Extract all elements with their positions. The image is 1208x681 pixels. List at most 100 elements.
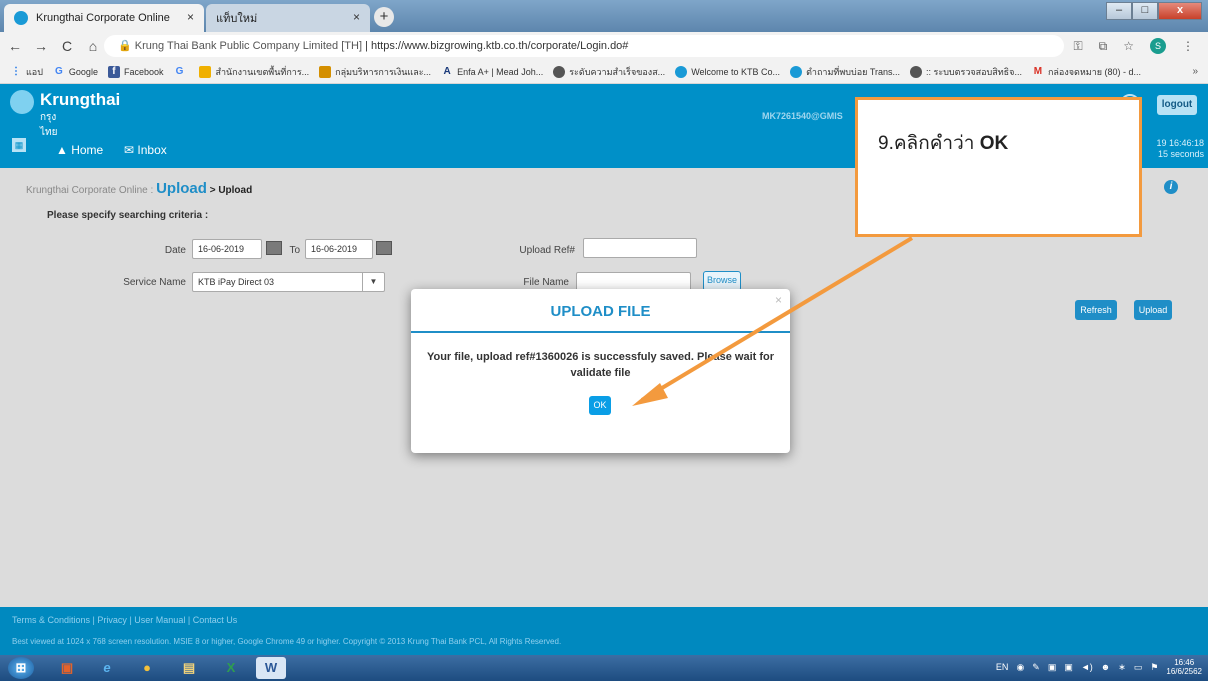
windows-taskbar: ⊞ ▣ e ● ▤ X W EN ◉ ✎ ▣ ▣ ◄) ☻ ∗ ▭ ⚑ 16:4… [0, 655, 1208, 681]
bookmark-item[interactable]: M กล่องจดหมาย (80) - d... [1032, 65, 1141, 79]
upload-ref-input[interactable] [583, 238, 697, 258]
taskbar-clock[interactable]: 16:46 16/6/2562 [1166, 658, 1202, 676]
bookmark-item[interactable]: Welcome to KTB Co... [675, 65, 780, 78]
tab-new[interactable]: แท็บใหม่ × [206, 4, 370, 32]
bookmarks-more-icon[interactable]: » [1192, 66, 1198, 77]
url-separator: | [365, 40, 368, 52]
home-icon[interactable]: ⌂ [82, 38, 104, 54]
upload-file-dialog: × UPLOAD FILE Your file, upload ref#1360… [411, 289, 790, 453]
chrome-icon[interactable]: ● [132, 657, 162, 679]
bookmark-item[interactable]: G [173, 66, 189, 78]
start-button[interactable]: ⊞ [8, 657, 34, 679]
back-icon[interactable]: ← [4, 38, 26, 54]
breadcrumb-section[interactable]: Upload [156, 180, 207, 197]
ktb-favicon-icon [14, 11, 28, 25]
inbox-icon: ✉ [124, 143, 138, 157]
footer-copyright: Best viewed at 1024 x 768 screen resolut… [12, 637, 562, 646]
profile-avatar[interactable]: S [1150, 38, 1166, 54]
bookmark-label: กลุ่มบริหารการเงินและ... [335, 66, 432, 77]
calendar-icon[interactable] [376, 241, 392, 255]
new-tab-button[interactable]: + [374, 7, 394, 27]
volume-icon[interactable]: ◄) [1081, 662, 1093, 672]
grid-menu-icon[interactable]: ▦ [12, 138, 26, 152]
site-icon [199, 65, 212, 78]
site-icon [319, 65, 332, 78]
date-to-input[interactable]: 16-06-2019 [305, 239, 373, 259]
minimize-button[interactable]: – [1106, 2, 1132, 20]
word-icon[interactable]: W [256, 657, 286, 679]
key-icon[interactable]: ⚿ [1074, 39, 1083, 54]
tab-close-icon[interactable]: × [187, 10, 194, 24]
network-icon[interactable]: ▭ [1134, 662, 1143, 673]
bookmark-item[interactable]: กลุ่มบริหารการเงินและ... [319, 65, 431, 79]
tray-app-icon[interactable]: ▣ [1048, 662, 1057, 673]
excel-icon[interactable]: X [216, 657, 246, 679]
refresh-button[interactable]: Refresh [1075, 300, 1117, 320]
service-name-value: KTB iPay Direct 03 [198, 277, 275, 287]
file-explorer-icon[interactable]: ▤ [174, 657, 204, 679]
ok-button[interactable]: OK [589, 396, 611, 415]
maximize-button[interactable]: □ [1132, 2, 1158, 20]
tab-close-icon[interactable]: × [353, 10, 360, 24]
tray-app-icon[interactable]: ✎ [1032, 662, 1040, 673]
media-player-icon[interactable]: ▣ [52, 657, 82, 679]
google-icon: G [55, 65, 63, 77]
url-field[interactable]: 🔒 Krung Thai Bank Public Company Limited… [104, 35, 1064, 57]
tray-app-icon[interactable]: ◉ [1016, 662, 1024, 673]
date-label: Date [164, 245, 186, 256]
file-name-label: File Name [523, 277, 569, 288]
info-icon[interactable]: i [1164, 180, 1178, 194]
tray-app-icon[interactable]: ▣ [1064, 662, 1073, 673]
logout-button[interactable]: logout [1157, 95, 1197, 115]
star-icon[interactable]: ☆ [1123, 39, 1134, 53]
dialog-divider [411, 331, 790, 333]
bookmark-label: Google [68, 66, 98, 77]
bookmark-label: ระดับความสำเร็จของส... [569, 66, 666, 77]
browse-button[interactable]: Browse [703, 271, 741, 291]
bookmark-label: ตำถามที่พบบ่อย Trans... [806, 66, 901, 77]
footer-link-contact[interactable]: Contact Us [193, 615, 238, 625]
bookmark-label: กล่องจดหมาย (80) - d... [1047, 66, 1142, 77]
to-label: To [289, 245, 300, 256]
bookmark-label: :: ระบบตรวจสอบสิทธิจ... [926, 66, 1022, 77]
upload-button[interactable]: Upload [1134, 300, 1172, 320]
footer-link-privacy[interactable]: Privacy [97, 615, 127, 625]
tray-app-icon[interactable]: ☻ [1101, 662, 1110, 672]
forward-icon[interactable]: → [30, 38, 52, 54]
tab-krungthai[interactable]: Krungthai Corporate Online × [4, 4, 204, 32]
date-from-input[interactable]: 16-06-2019 [192, 239, 262, 259]
menu-icon[interactable]: ⋮ [1182, 39, 1194, 53]
close-window-button[interactable]: x [1158, 2, 1202, 20]
lock-icon: 🔒 [118, 40, 135, 52]
nav-inbox[interactable]: ✉ Inbox [124, 143, 167, 157]
footer-separator: | [187, 615, 191, 625]
clock-countdown: 15 seconds [1157, 149, 1204, 159]
translate-icon[interactable]: ⧉ [1099, 39, 1108, 54]
dialog-title: UPLOAD FILE [550, 303, 651, 320]
bookmark-item[interactable]: ⋮ แอป [10, 65, 43, 79]
gmail-icon: M [1033, 65, 1043, 77]
window-controls: – □ x [1106, 2, 1202, 20]
bookmark-item[interactable]: :: ระบบตรวจสอบสิทธิจ... [910, 65, 1022, 79]
url-text: https://www.bizgrowing.ktb.co.th/corpora… [371, 40, 629, 52]
footer-link-terms[interactable]: Terms & Conditions [12, 615, 90, 625]
bookmarks-bar: ⋮ แอป G Google f Facebook G สำนักงานเขตพื้น… [0, 60, 1208, 84]
bookmark-item[interactable]: ตำถามที่พบบ่อย Trans... [790, 65, 900, 79]
bluetooth-icon[interactable]: ∗ [1118, 662, 1126, 673]
calendar-icon[interactable] [266, 241, 282, 255]
internet-explorer-icon[interactable]: e [92, 657, 122, 679]
footer-links: Terms & Conditions | Privacy | User Manu… [12, 615, 237, 625]
bookmark-item[interactable]: ระดับความสำเร็จของส... [553, 65, 665, 79]
flag-icon[interactable]: ⚑ [1150, 662, 1158, 673]
bookmark-item[interactable]: A Enfa A+ | Mead Joh... [441, 66, 543, 78]
language-indicator[interactable]: EN [996, 662, 1009, 672]
instruction-text: 9.คลิกคำว่า OK [878, 128, 1008, 158]
bookmark-item[interactable]: f Facebook [107, 65, 163, 78]
reload-icon[interactable]: C [56, 38, 78, 54]
nav-home[interactable]: ▲ Home [56, 143, 103, 157]
breadcrumb-current: > Upload [209, 185, 253, 196]
bookmark-item[interactable]: G Google [53, 66, 98, 78]
bookmark-item[interactable]: สำนักงานเขตพื้นที่การ... [199, 65, 309, 79]
service-name-select[interactable]: KTB iPay Direct 03 ▼ [192, 272, 385, 292]
footer-link-manual[interactable]: User Manual [134, 615, 185, 625]
